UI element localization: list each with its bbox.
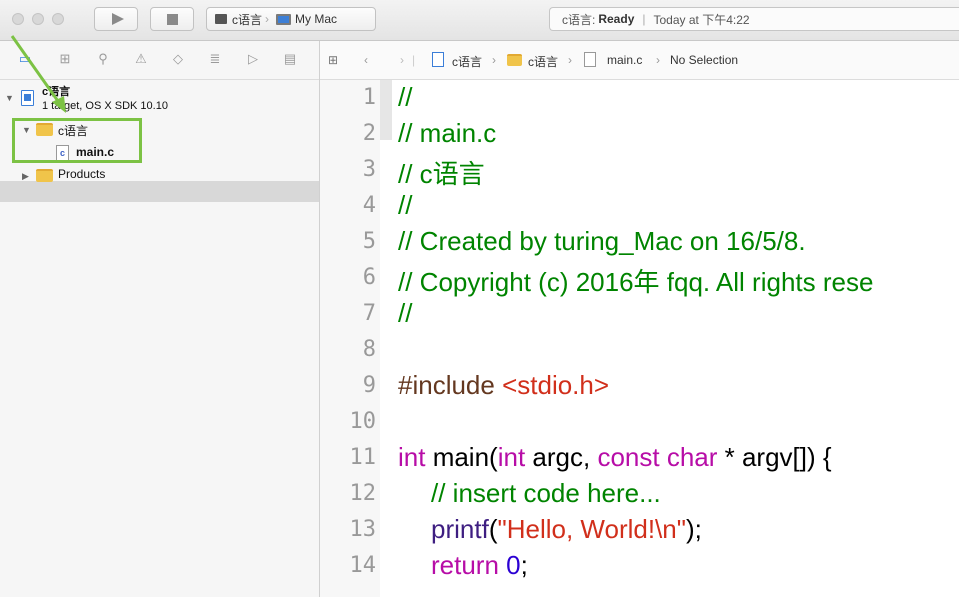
status-divider: | [642,12,646,26]
window-toolbar: c语言 › My Mac c语言: Ready | Today at 下午4:2… [0,0,959,41]
line-number: 2 [362,121,376,146]
folder-icon[interactable]: ▭ [17,51,33,67]
report-icon[interactable]: ▤ [282,51,298,67]
code-token: argc, [525,442,598,472]
back-arrow-icon[interactable]: ‹ [364,53,368,67]
line-number: 13 [349,517,377,542]
code-token: main( [425,442,498,472]
warning-icon[interactable]: ⚠ [133,51,149,67]
folder-icon [507,54,522,66]
include-path-token: <stdio.h> [502,370,610,400]
code-line-1[interactable]: // [398,82,412,113]
code-line-2[interactable]: // main.c [398,118,496,149]
search-icon[interactable]: ⚲ [95,51,111,67]
products-group[interactable]: Products [58,167,105,181]
line-number-gutter: 1 2 3 4 5 6 7 8 9 10 11 12 13 14 [320,80,380,597]
line-number: 3 [362,157,376,182]
close-window-button[interactable] [12,13,24,25]
number-token: 0 [506,550,521,580]
string-token: "Hello, World!\n" [497,514,686,544]
code-fold-ribbon[interactable] [380,80,392,140]
code-token: * argv[]) { [717,442,832,472]
keyword-token: int [398,442,426,472]
code-line-14[interactable]: return 0; [431,550,528,581]
annotation-highlight-box [12,118,142,163]
activity-status: c语言: Ready | Today at 下午4:22 [549,7,959,31]
crumb-selection[interactable]: No Selection [670,53,738,67]
status-project: c语言: [562,12,596,27]
disclosure-triangle-icon[interactable]: ▼ [5,93,14,103]
scheme-icon [215,14,227,24]
code-line-5[interactable]: // Created by turing_Mac on 16/5/8. [398,226,806,257]
minimize-window-button[interactable] [32,13,44,25]
function-token: printf [431,514,489,544]
zoom-window-button[interactable] [52,13,64,25]
preprocessor-token: #include [398,370,503,400]
code-token: ; [520,550,528,580]
line-number: 14 [349,553,377,578]
code-line-11[interactable]: int main(int argc, const char * argv[]) … [398,442,832,473]
code-line-4[interactable]: // [398,190,412,221]
jump-bar-divider: | [412,53,416,67]
project-icon [21,90,34,106]
line-number: 10 [349,409,377,434]
code-line-13[interactable]: printf("Hello, World!\n"); [431,514,702,545]
scheme-target: c语言 [232,12,263,27]
chevron-right-icon: › [492,53,496,67]
c-file-icon [584,52,596,67]
keyword-token: const [597,442,660,472]
disclosure-triangle-icon[interactable]: ▶ [22,171,29,182]
navigator-selector-bar: ▭ ⊞ ⚲ ⚠ ◇ ≣ ▷ ▤ [0,41,319,80]
code-token: ); [685,514,702,544]
line-number: 6 [362,265,376,290]
status-time: Today at 下午4:22 [653,12,750,27]
code-line-9[interactable]: #include <stdio.h> [398,370,609,401]
line-number: 9 [362,373,376,398]
line-number: 5 [362,229,376,254]
run-button[interactable] [94,7,138,31]
line-number: 11 [349,445,377,470]
project-name[interactable]: c语言 [42,83,70,99]
crumb-project[interactable]: c语言 [452,53,482,70]
chevron-right-icon: › [568,53,572,67]
line-number: 4 [362,193,376,218]
line-number: 1 [362,85,376,110]
line-number: 8 [362,337,376,362]
debug-icon[interactable]: ≣ [207,51,223,67]
chevron-right-icon: › [656,53,660,67]
chevron-right-icon: › [265,12,270,26]
mac-icon [276,13,292,25]
hierarchy-icon[interactable]: ⊞ [57,51,73,67]
code-line-7[interactable]: // [398,298,412,329]
code-line-6[interactable]: // Copyright (c) 2016年 fqq. All rights r… [398,262,873,299]
crumb-group[interactable]: c语言 [528,53,558,70]
code-line-3[interactable]: // c语言 [398,154,485,191]
selected-row-highlight [0,181,319,202]
jump-bar: ⊞ ‹ › | c语言 › c语言 › main.c › No Selectio… [320,41,959,80]
scheme-selector[interactable]: c语言 › My Mac [206,7,376,31]
project-subtitle: 1 target, OS X SDK 10.10 [42,100,168,112]
status-state: Ready [598,12,635,26]
project-icon [432,52,444,67]
crumb-file[interactable]: main.c [607,53,642,67]
keyword-token: return [431,550,499,580]
breakpoint-icon[interactable]: ▷ [245,51,261,67]
forward-arrow-icon[interactable]: › [400,53,404,67]
scheme-device: My Mac [295,12,338,26]
line-number: 12 [349,481,377,506]
test-icon[interactable]: ◇ [170,51,186,67]
keyword-token: char [666,442,718,472]
keyword-token: int [497,442,526,472]
stop-button[interactable] [150,7,194,31]
folder-icon [36,169,53,182]
related-items-icon[interactable]: ⊞ [328,53,338,67]
line-number: 7 [362,301,376,326]
code-line-12[interactable]: // insert code here... [431,478,661,509]
